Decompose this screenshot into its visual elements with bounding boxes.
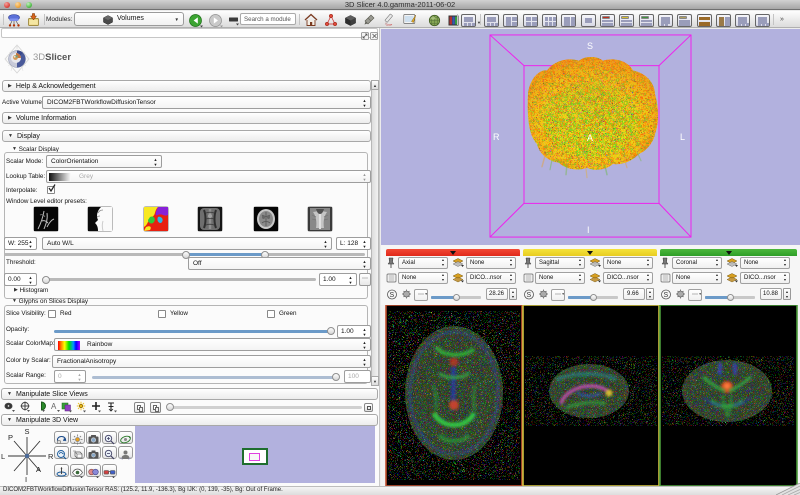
svg-text:S: S <box>527 292 532 299</box>
svg-text:A: A <box>51 402 57 411</box>
svg-text:P: P <box>8 433 13 442</box>
svg-text:S: S <box>587 41 593 51</box>
svg-text:A: A <box>36 465 41 474</box>
svg-text:I: I <box>587 225 589 235</box>
svg-text:L: L <box>1 452 5 461</box>
svg-text:S: S <box>664 292 669 299</box>
svg-text:L: L <box>680 132 685 142</box>
svg-text:I: I <box>25 475 27 483</box>
svg-text:R: R <box>493 132 500 142</box>
svg-text:S: S <box>25 427 30 436</box>
svg-text:S: S <box>390 292 395 299</box>
svg-text:A: A <box>587 133 593 143</box>
